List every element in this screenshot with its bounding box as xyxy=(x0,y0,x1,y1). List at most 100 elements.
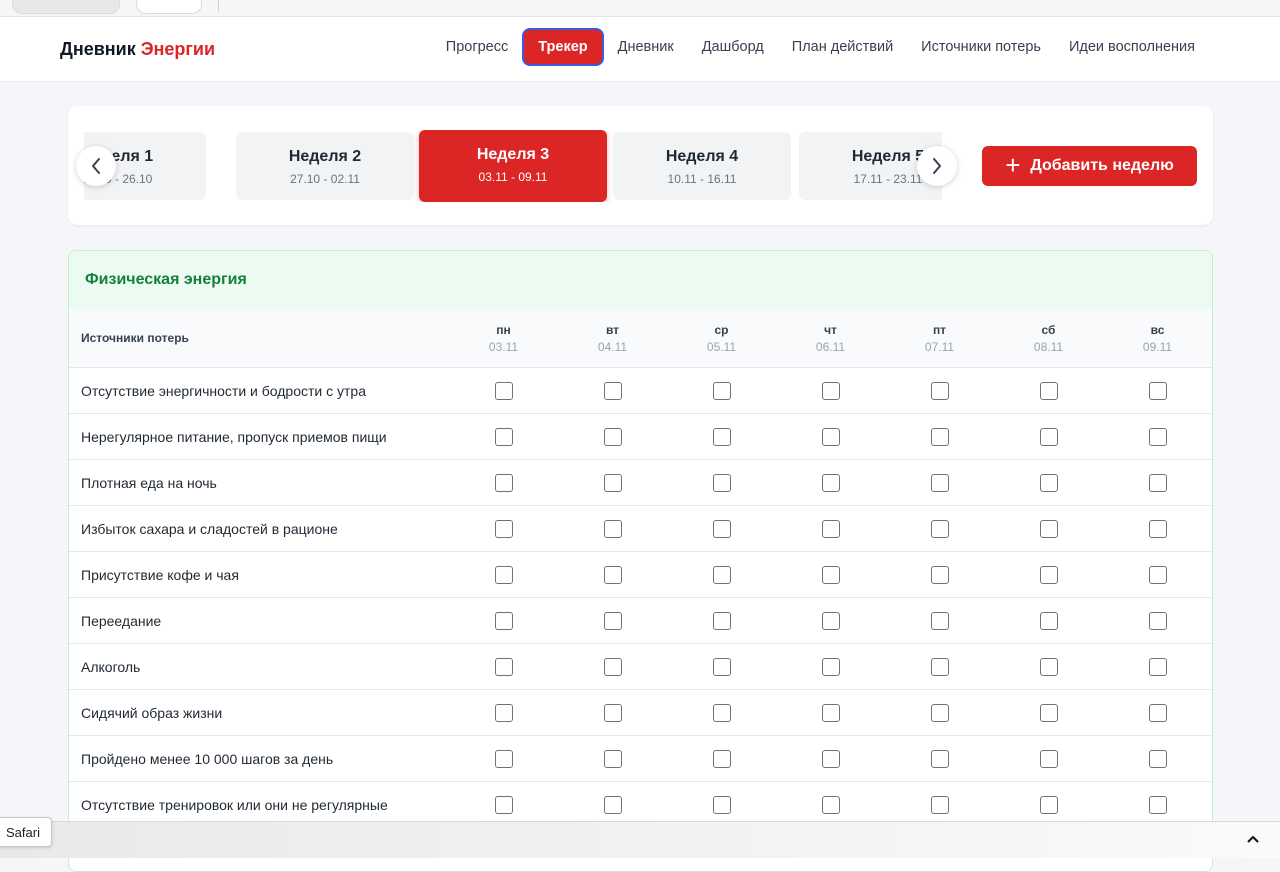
day-checkbox[interactable] xyxy=(494,749,513,768)
day-checkbox[interactable] xyxy=(603,795,622,814)
add-week-button[interactable]: + Добавить неделю xyxy=(982,146,1197,186)
day-cell xyxy=(885,413,994,460)
day-checkbox[interactable] xyxy=(1039,657,1058,676)
day-checkbox[interactable] xyxy=(821,565,840,584)
day-checkbox[interactable] xyxy=(603,427,622,446)
day-checkbox[interactable] xyxy=(1039,473,1058,492)
day-checkbox[interactable] xyxy=(494,795,513,814)
day-cell xyxy=(885,367,994,414)
day-checkbox[interactable] xyxy=(1148,565,1167,584)
day-checkbox[interactable] xyxy=(821,519,840,538)
day-cell xyxy=(776,551,885,598)
day-checkbox[interactable] xyxy=(712,657,731,676)
browser-bottom-bar xyxy=(0,821,1280,858)
day-checkbox[interactable] xyxy=(821,749,840,768)
nav-item[interactable]: Трекер xyxy=(524,30,602,64)
day-cell xyxy=(558,689,667,736)
day-checkbox[interactable] xyxy=(1148,611,1167,630)
day-checkbox[interactable] xyxy=(494,565,513,584)
day-checkbox[interactable] xyxy=(821,473,840,492)
day-checkbox[interactable] xyxy=(821,611,840,630)
day-checkbox[interactable] xyxy=(712,749,731,768)
day-checkbox[interactable] xyxy=(930,427,949,446)
day-checkbox[interactable] xyxy=(1039,795,1058,814)
day-cell xyxy=(667,597,776,644)
day-checkbox[interactable] xyxy=(603,611,622,630)
day-checkbox[interactable] xyxy=(1148,427,1167,446)
day-checkbox[interactable] xyxy=(712,703,731,722)
day-checkbox[interactable] xyxy=(1148,657,1167,676)
day-checkbox[interactable] xyxy=(1148,795,1167,814)
day-checkbox[interactable] xyxy=(1039,381,1058,400)
day-checkbox[interactable] xyxy=(821,795,840,814)
day-checkbox[interactable] xyxy=(603,703,622,722)
day-checkbox[interactable] xyxy=(603,657,622,676)
day-checkbox[interactable] xyxy=(1039,703,1058,722)
day-checkbox[interactable] xyxy=(603,565,622,584)
browser-tab[interactable] xyxy=(136,0,202,14)
day-checkbox[interactable] xyxy=(821,703,840,722)
day-checkbox[interactable] xyxy=(494,611,513,630)
week-tab[interactable]: Неделя 4 10.11 - 16.11 xyxy=(613,132,791,200)
day-checkbox[interactable] xyxy=(603,381,622,400)
day-checkbox[interactable] xyxy=(930,657,949,676)
week-selector: Неделя 1 20.10 - 26.10 Неделя 2 27.10 - 02.… xyxy=(68,106,1213,225)
day-checkbox[interactable] xyxy=(603,749,622,768)
day-checkbox[interactable] xyxy=(603,473,622,492)
nav-item[interactable]: План действий xyxy=(778,30,907,64)
nav-item[interactable]: Идеи восполнения xyxy=(1055,30,1209,64)
browser-tab[interactable] xyxy=(12,0,120,14)
day-checkbox[interactable] xyxy=(712,795,731,814)
week-tab[interactable]: Неделя 3 03.11 - 09.11 xyxy=(419,130,607,202)
day-checkbox[interactable] xyxy=(712,519,731,538)
day-checkbox[interactable] xyxy=(1148,703,1167,722)
day-checkbox[interactable] xyxy=(1148,381,1167,400)
day-checkbox[interactable] xyxy=(1039,749,1058,768)
day-checkbox[interactable] xyxy=(494,473,513,492)
day-checkbox[interactable] xyxy=(1039,611,1058,630)
nav-item[interactable]: Дневник xyxy=(604,30,688,64)
day-checkbox[interactable] xyxy=(712,565,731,584)
row-label: Алкоголь xyxy=(69,643,449,690)
day-checkbox[interactable] xyxy=(1148,749,1167,768)
nav-item[interactable]: Дашборд xyxy=(688,30,778,64)
day-cell xyxy=(885,689,994,736)
day-checkbox[interactable] xyxy=(930,381,949,400)
day-checkbox[interactable] xyxy=(930,519,949,538)
day-checkbox[interactable] xyxy=(930,611,949,630)
day-checkbox[interactable] xyxy=(494,703,513,722)
day-checkbox[interactable] xyxy=(1039,427,1058,446)
app-logo[interactable]: Дневник Энергии xyxy=(60,39,215,60)
day-checkbox[interactable] xyxy=(1039,565,1058,584)
section-title: Физическая энергия xyxy=(85,271,247,288)
day-checkbox[interactable] xyxy=(930,795,949,814)
day-checkbox[interactable] xyxy=(1039,519,1058,538)
prev-week-button[interactable] xyxy=(76,146,116,186)
day-checkbox[interactable] xyxy=(603,519,622,538)
day-checkbox[interactable] xyxy=(930,473,949,492)
week-tab[interactable]: Неделя 2 27.10 - 02.11 xyxy=(236,132,414,200)
day-checkbox[interactable] xyxy=(494,657,513,676)
day-checkbox[interactable] xyxy=(712,611,731,630)
day-column-header: пн 03.11 xyxy=(449,309,558,368)
day-checkbox[interactable] xyxy=(1148,519,1167,538)
day-checkbox[interactable] xyxy=(712,427,731,446)
day-checkbox[interactable] xyxy=(1148,473,1167,492)
nav-item[interactable]: Источники потерь xyxy=(907,30,1055,64)
day-checkbox[interactable] xyxy=(494,519,513,538)
divider xyxy=(218,0,219,12)
day-checkbox[interactable] xyxy=(930,565,949,584)
chevron-up-icon[interactable] xyxy=(1244,830,1262,848)
day-checkbox[interactable] xyxy=(712,473,731,492)
nav-item[interactable]: Прогресс xyxy=(432,30,522,64)
week-title: Неделя 2 xyxy=(288,148,362,165)
day-checkbox[interactable] xyxy=(821,657,840,676)
day-checkbox[interactable] xyxy=(930,703,949,722)
day-checkbox[interactable] xyxy=(494,427,513,446)
day-checkbox[interactable] xyxy=(821,381,840,400)
next-week-button[interactable] xyxy=(917,146,957,186)
day-checkbox[interactable] xyxy=(712,381,731,400)
day-checkbox[interactable] xyxy=(821,427,840,446)
day-checkbox[interactable] xyxy=(930,749,949,768)
day-checkbox[interactable] xyxy=(494,381,513,400)
